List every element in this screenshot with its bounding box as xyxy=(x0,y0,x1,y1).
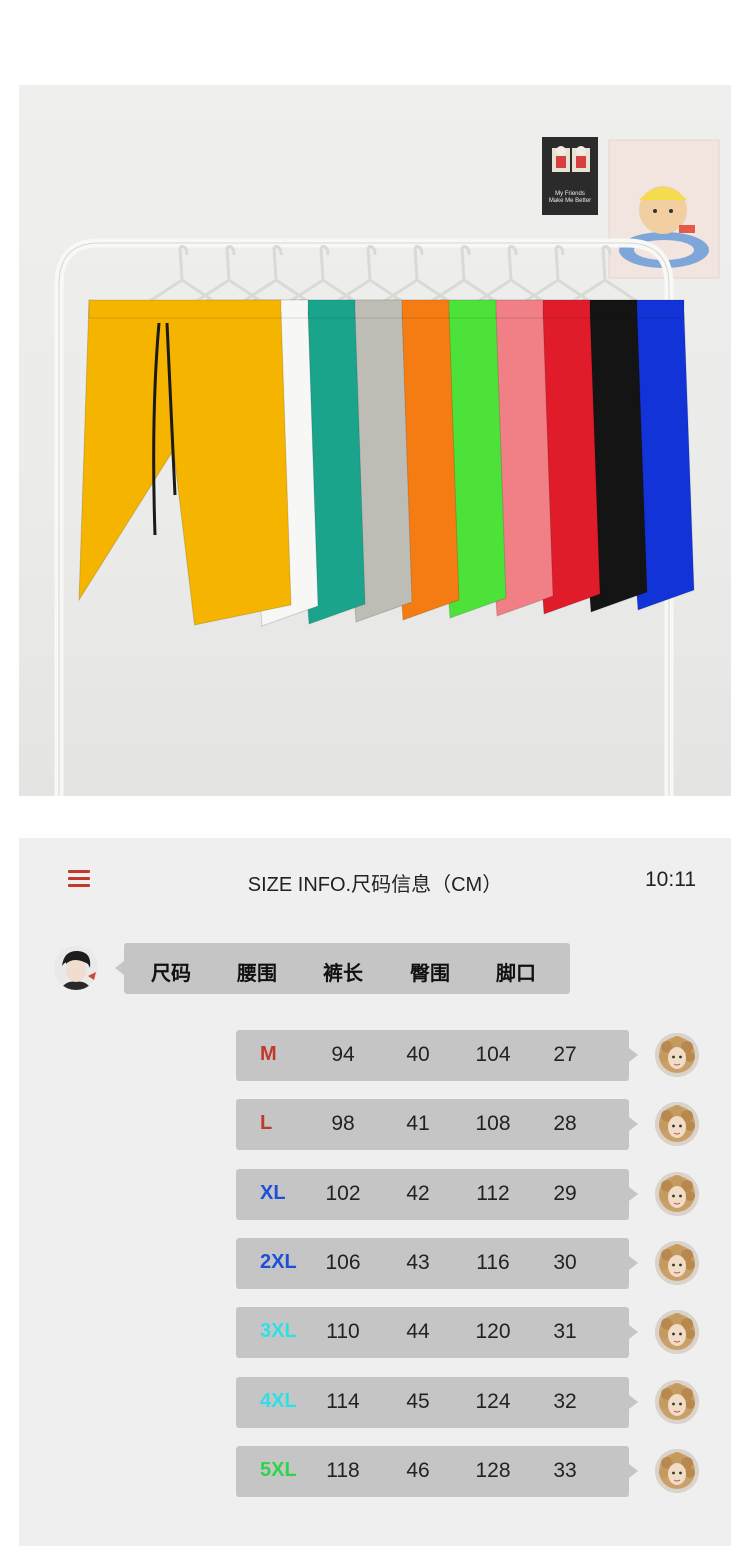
waist-value: 110 xyxy=(326,1320,360,1344)
hem-value: 30 xyxy=(553,1250,577,1274)
curly-hair-avatar xyxy=(655,1102,699,1147)
column-hem: 脚口 xyxy=(496,963,536,985)
length-value: 42 xyxy=(406,1181,430,1205)
poster-line-2: Make Me Better xyxy=(549,198,591,204)
hip-value: 128 xyxy=(475,1458,511,1482)
column-header-bubble: 尺码 腰围 裤长 臀围 脚口 xyxy=(115,943,570,994)
waist-value: 114 xyxy=(326,1389,360,1413)
poster-line-1: My Friends xyxy=(555,191,585,197)
hanger xyxy=(467,245,554,310)
waist-value: 98 xyxy=(331,1112,355,1136)
size-info-header: SIZE INFO.尺码信息（CM） 10:11 xyxy=(19,838,731,922)
hem-value: 33 xyxy=(553,1458,577,1482)
length-value: 44 xyxy=(406,1320,430,1344)
column-size: 尺码 xyxy=(151,963,191,985)
hip-value: 104 xyxy=(475,1043,511,1066)
size-row-bubble: 2XL 106 43 116 30 xyxy=(236,1237,638,1289)
hip-value: 108 xyxy=(475,1112,511,1136)
hanger xyxy=(185,245,272,310)
hanger xyxy=(420,245,507,310)
hanger xyxy=(279,245,366,310)
hem-value: 31 xyxy=(553,1320,577,1344)
waist-value: 118 xyxy=(326,1458,360,1482)
shorts-group xyxy=(78,245,695,627)
column-waist: 腰围 xyxy=(237,963,277,985)
length-value: 40 xyxy=(406,1043,430,1066)
column-hip: 臀围 xyxy=(410,963,450,985)
size-row-bubble: 3XL 110 44 120 31 xyxy=(236,1307,638,1359)
hem-value: 27 xyxy=(553,1043,577,1066)
wall-poster-friends: My Friends Make Me Better xyxy=(542,137,598,215)
size-row-bubble: XL 102 42 112 29 xyxy=(236,1168,638,1220)
hanger xyxy=(373,245,460,310)
size-row-bubble: 4XL 114 45 124 32 xyxy=(236,1376,638,1428)
length-value: 45 xyxy=(406,1389,430,1413)
curly-hair-avatar xyxy=(655,1448,699,1493)
waist-value: 94 xyxy=(331,1043,355,1066)
status-time: 10:11 xyxy=(645,868,696,891)
hanger xyxy=(232,245,319,310)
curly-hair-avatar xyxy=(655,1310,699,1355)
size-row-bubble: 5XL 118 46 128 33 xyxy=(236,1445,638,1497)
hip-value: 112 xyxy=(476,1181,510,1205)
hip-value: 116 xyxy=(476,1250,510,1274)
hanger xyxy=(326,245,413,310)
size-row-bubble: L 98 41 108 28 xyxy=(236,1099,638,1151)
hem-value: 29 xyxy=(553,1181,577,1205)
length-value: 46 xyxy=(406,1458,430,1482)
curly-hair-avatar xyxy=(655,1379,699,1424)
waist-value: 106 xyxy=(325,1250,361,1274)
shorts-waistband xyxy=(88,299,282,319)
product-photo: My Friends Make Me Better xyxy=(19,85,731,796)
curly-hair-avatar xyxy=(655,1171,699,1216)
shorts-item xyxy=(78,299,292,626)
clothes-rack-illustration: My Friends Make Me Better xyxy=(54,137,720,796)
length-value: 41 xyxy=(406,1112,430,1136)
hip-value: 120 xyxy=(475,1320,511,1344)
hanger xyxy=(514,245,601,310)
waist-value: 102 xyxy=(325,1181,361,1205)
length-value: 43 xyxy=(406,1250,430,1274)
curly-hair-avatar xyxy=(655,1033,699,1077)
curly-hair-avatar xyxy=(655,1240,699,1285)
hem-value: 28 xyxy=(553,1112,577,1136)
hip-value: 124 xyxy=(475,1389,511,1413)
boy-avatar xyxy=(54,946,98,990)
hanger xyxy=(138,245,225,310)
size-info-panel: SIZE INFO.尺码信息（CM） 10:11 尺码 腰围 裤长 臀围 脚口 … xyxy=(19,838,731,1546)
hem-value: 32 xyxy=(553,1389,577,1413)
column-length: 裤长 xyxy=(323,963,363,985)
size-info-title: SIZE INFO.尺码信息（CM） xyxy=(247,874,503,896)
size-row-bubble: M 94 40 104 27 xyxy=(236,1030,638,1081)
